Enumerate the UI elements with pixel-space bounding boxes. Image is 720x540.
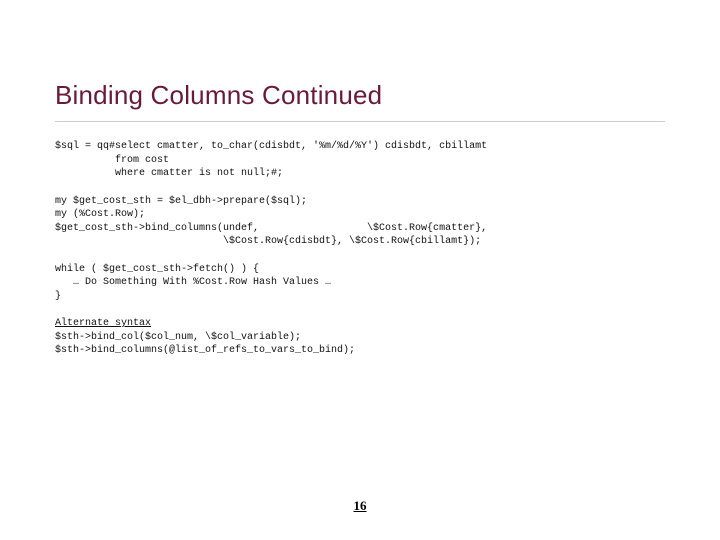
page-number: 16 [0, 498, 720, 514]
code-sql: $sql = qq#select cmatter, to_char(cdisbd… [55, 140, 665, 181]
slide-page: Binding Columns Continued $sql = qq#sele… [0, 0, 720, 540]
code-alternate: Alternate syntax $sth->bind_col($col_num… [55, 317, 665, 358]
code-prepare: my $get_cost_sth = $el_dbh->prepare($sql… [55, 195, 665, 249]
alternate-syntax-label: Alternate syntax [55, 318, 151, 329]
title-divider [55, 121, 665, 122]
page-title: Binding Columns Continued [55, 80, 665, 111]
alternate-syntax-body: $sth->bind_col($col_num, \$col_variable)… [55, 332, 355, 357]
code-loop: while ( $get_cost_sth->fetch() ) { … Do … [55, 263, 665, 304]
